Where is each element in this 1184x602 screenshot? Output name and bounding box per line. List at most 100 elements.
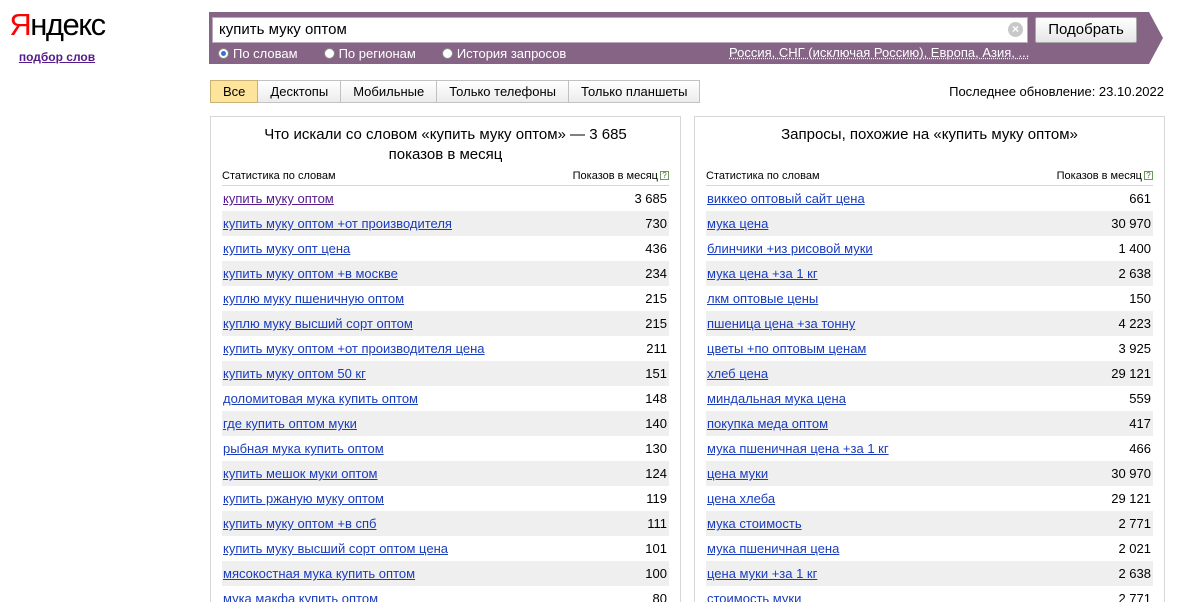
table-row: лкм оптовые цены 150 [706, 286, 1153, 311]
keyword-link[interactable]: рыбная мука купить оптом [223, 436, 384, 461]
column-phrase: Статистика по словам [222, 170, 336, 182]
device-tabs: Все Десктопы Мобильные Только телефоны Т… [210, 80, 701, 103]
keyword-link[interactable]: куплю муку высший сорт оптом [223, 311, 413, 336]
keyword-link[interactable]: мука пшеничная цена [707, 536, 839, 561]
keyword-link[interactable]: купить муку оптом +от производителя [223, 211, 452, 236]
table-row: купить муку опт цена 436 [222, 236, 669, 261]
similar-queries-panel: Запросы, похожие на «купить муку оптом» … [694, 116, 1165, 602]
table-row: мука макфа купить оптом 80 [222, 586, 669, 602]
table-row: миндальная мука цена 559 [706, 386, 1153, 411]
keyword-link[interactable]: мука стоимость [707, 511, 802, 536]
table-row: мука пшеничная цена +за 1 кг 466 [706, 436, 1153, 461]
radio-icon[interactable] [441, 48, 453, 59]
impressions-count: 2 638 [1118, 566, 1151, 581]
keyword-link[interactable]: где купить оптом муки [223, 411, 357, 436]
keyword-link[interactable]: мука цена [707, 211, 768, 236]
table-row: цена муки 30 970 [706, 461, 1153, 486]
logo-wordmark: Яндекс [9, 7, 106, 42]
help-icon[interactable]: ? [660, 171, 669, 180]
tab-desktops[interactable]: Десктопы [258, 80, 342, 103]
table-row: куплю муку высший сорт оптом 215 [222, 311, 669, 336]
keyword-link[interactable]: куплю муку пшеничную оптом [223, 286, 404, 311]
table-row: купить муку оптом +в москве 234 [222, 261, 669, 286]
table-row: купить муку высший сорт оптом цена 101 [222, 536, 669, 561]
impressions-count: 2 021 [1118, 541, 1151, 556]
column-phrase: Статистика по словам [706, 170, 820, 182]
table-row: мука пшеничная цена 2 021 [706, 536, 1153, 561]
table-row: мука стоимость 2 771 [706, 511, 1153, 536]
radio-selected-icon[interactable] [218, 48, 229, 59]
column-count: Показов в месяц? [573, 169, 669, 183]
table-row: цена муки +за 1 кг 2 638 [706, 561, 1153, 586]
region-selector-link[interactable]: Россия, СНГ (исключая Россию), Европа, А… [729, 45, 1029, 60]
table-row: хлеб цена 29 121 [706, 361, 1153, 386]
keyword-link[interactable]: купить муку оптом +в спб [223, 511, 376, 536]
help-icon[interactable]: ? [1144, 171, 1153, 180]
impressions-count: 119 [646, 491, 667, 506]
keyword-link[interactable]: купить мешок муки оптом [223, 461, 378, 486]
search-bar-arrow [1149, 12, 1163, 64]
keyword-link[interactable]: купить муку оптом 50 кг [223, 361, 366, 386]
keyword-link[interactable]: цветы +по оптовым ценам [707, 336, 866, 361]
keyword-link[interactable]: пшеница цена +за тонну [707, 311, 855, 336]
table-row: купить ржаную муку оптом 119 [222, 486, 669, 511]
keyword-link[interactable]: виккео оптовый сайт цена [707, 186, 865, 211]
search-input[interactable]: купить муку оптом [212, 17, 1028, 43]
keyword-link[interactable]: стоимость муки [707, 586, 801, 602]
keyword-link[interactable]: купить муку высший сорт оптом цена [223, 536, 448, 561]
keyword-link[interactable]: лкм оптовые цены [707, 286, 818, 311]
impressions-count: 211 [646, 341, 667, 356]
impressions-count: 151 [645, 366, 667, 381]
keyword-link[interactable]: купить муку оптом +от производителя цена [223, 336, 485, 361]
keyword-list: виккео оптовый сайт цена 661 мука цена 30 9… [706, 186, 1153, 602]
keyword-link[interactable]: блинчики +из рисовой муки [707, 236, 873, 261]
keyword-link[interactable]: купить муку оптом [223, 186, 334, 211]
keyword-link[interactable]: покупка меда оптом [707, 411, 828, 436]
table-header: Статистика по словам Показов в месяц? [222, 169, 669, 186]
impressions-count: 30 970 [1111, 216, 1151, 231]
impressions-count: 215 [645, 291, 667, 306]
radio-icon[interactable] [323, 48, 335, 59]
keyword-link[interactable]: мясокостная мука купить оптом [223, 561, 415, 586]
clear-icon[interactable]: × [1008, 22, 1023, 37]
keyword-link[interactable]: цена муки +за 1 кг [707, 561, 817, 586]
keyword-link[interactable]: доломитовая мука купить оптом [223, 386, 418, 411]
tab-phones-only[interactable]: Только телефоны [437, 80, 570, 103]
table-row: пшеница цена +за тонну 4 223 [706, 311, 1153, 336]
impressions-count: 80 [652, 591, 667, 602]
keyword-link[interactable]: мука цена +за 1 кг [707, 261, 818, 286]
impressions-count: 101 [645, 541, 667, 556]
keyword-link[interactable]: хлеб цена [707, 361, 768, 386]
tab-tablets-only[interactable]: Только планшеты [569, 80, 701, 103]
mode-by-words[interactable]: По словам [218, 46, 298, 61]
keyword-link[interactable]: цена хлеба [707, 486, 775, 511]
impressions-count: 130 [645, 441, 667, 456]
mode-history[interactable]: История запросов [441, 46, 566, 61]
keyword-link[interactable]: купить ржаную муку оптом [223, 486, 384, 511]
service-name-link[interactable]: подбор слов [7, 50, 107, 64]
impressions-count: 417 [1129, 416, 1151, 431]
table-row: покупка меда оптом 417 [706, 411, 1153, 436]
keyword-link[interactable]: купить муку оптом +в москве [223, 261, 398, 286]
keyword-link[interactable]: цена муки [707, 461, 768, 486]
mode-by-regions[interactable]: По регионам [323, 46, 416, 61]
tab-mobile[interactable]: Мобильные [341, 80, 438, 103]
impressions-count: 100 [645, 566, 667, 581]
submit-button[interactable]: Подобрать [1035, 17, 1137, 43]
keyword-link[interactable]: мука пшеничная цена +за 1 кг [707, 436, 889, 461]
impressions-count: 4 223 [1118, 316, 1151, 331]
yandex-logo[interactable]: Яндекс подбор слов [7, 7, 107, 65]
keyword-link[interactable]: купить муку опт цена [223, 236, 350, 261]
table-row: купить муку оптом 50 кг 151 [222, 361, 669, 386]
search-mode-group: По словам По регионам История запросов [218, 45, 592, 62]
table-row: мука цена 30 970 [706, 211, 1153, 236]
impressions-count: 730 [645, 216, 667, 231]
keyword-link[interactable]: мука макфа купить оптом [223, 586, 378, 602]
table-row: мясокостная мука купить оптом 100 [222, 561, 669, 586]
table-row: стоимость муки 2 771 [706, 586, 1153, 602]
impressions-count: 2 771 [1118, 591, 1151, 602]
keyword-link[interactable]: миндальная мука цена [707, 386, 846, 411]
tab-all[interactable]: Все [210, 80, 259, 103]
table-row: где купить оптом муки 140 [222, 411, 669, 436]
table-row: цветы +по оптовым ценам 3 925 [706, 336, 1153, 361]
